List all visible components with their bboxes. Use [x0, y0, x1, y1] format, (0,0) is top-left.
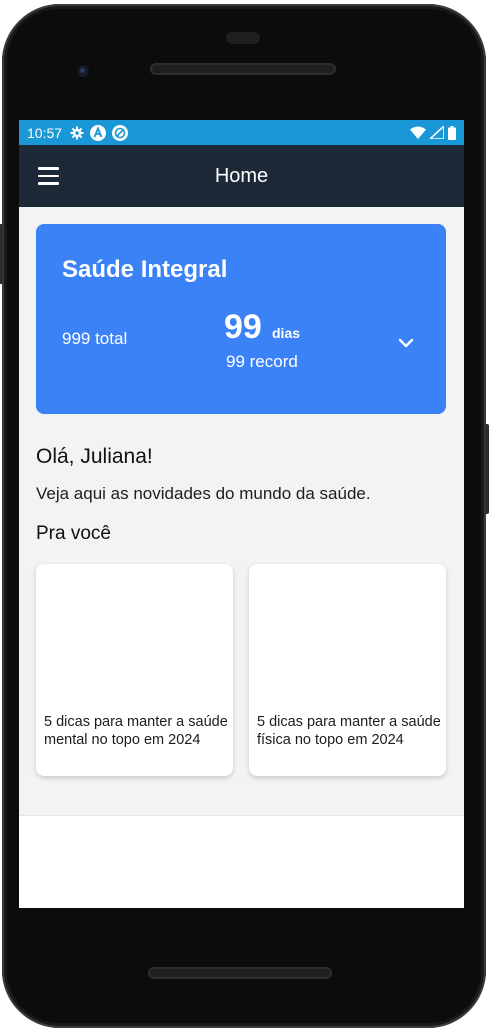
streak-card[interactable]: Saúde Integral 999 total 99 dias 99 reco…	[36, 224, 446, 414]
section-title: Pra você	[36, 523, 111, 544]
front-camera-icon	[74, 62, 92, 80]
article-title: 5 dicas para manter a saúde física no to…	[257, 714, 441, 748]
streak-total: 999 total	[62, 329, 128, 348]
streak-record: 99 record	[226, 352, 298, 371]
streak-card-title: Saúde Integral	[62, 256, 228, 283]
home-icon[interactable]	[232, 876, 250, 894]
at-sign-icon	[112, 124, 129, 141]
bottom-speaker	[148, 967, 332, 979]
app-bar: Home	[19, 145, 464, 207]
top-speaker	[150, 63, 336, 75]
chevron-down-icon[interactable]	[398, 337, 414, 349]
wifi-icon	[410, 126, 426, 139]
settings-icon	[70, 126, 84, 139]
page-title: Home	[214, 165, 269, 187]
system-nav-bar	[19, 858, 464, 912]
volume-button	[485, 424, 489, 514]
article-card[interactable]: 5 dicas para manter a saúde mental no to…	[36, 564, 233, 776]
status-bar: 10:57	[19, 120, 464, 145]
screen: 10:57 Home Saúde Integral 999 total 99 d…	[19, 120, 464, 908]
earpiece	[226, 32, 260, 44]
battery-icon	[448, 125, 456, 140]
recents-icon[interactable]	[361, 877, 377, 893]
cell-signal-icon	[430, 126, 444, 139]
side-button	[0, 224, 3, 284]
status-icons-left	[70, 124, 129, 141]
status-icons-right	[410, 125, 456, 140]
app-a-icon	[90, 124, 107, 141]
article-card[interactable]: 5 dicas para manter a saúde física no to…	[249, 564, 446, 776]
streak-days-value: 99	[224, 308, 262, 346]
back-icon[interactable]	[103, 876, 120, 894]
main-content: Saúde Integral 999 total 99 dias 99 reco…	[19, 207, 464, 815]
greeting-heading: Olá, Juliana!	[36, 445, 153, 468]
greeting-subtitle: Veja aqui as novidades do mundo da saúde…	[36, 484, 371, 503]
status-time: 10:57	[27, 124, 63, 141]
article-title: 5 dicas para manter a saúde mental no to…	[44, 714, 228, 748]
streak-days-unit: dias	[272, 325, 301, 341]
